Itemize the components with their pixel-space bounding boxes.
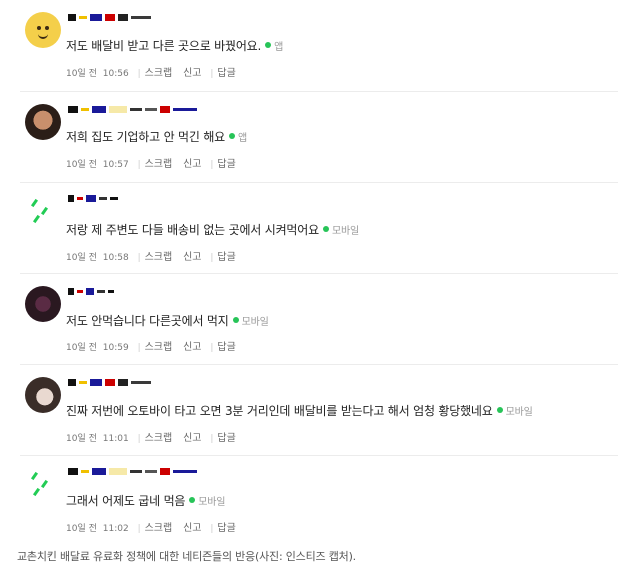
online-dot-icon (232, 317, 239, 323)
comment-item: 저도 배달비 받고 다른 곳으로 바꿨어요. 앱 10일 전 10:56 | 스크랩… (20, 0, 618, 92)
comment-date: 10일 전 (66, 434, 97, 444)
comment-text: 저랑 제 주변도 다들 배송비 없는 곳에서 시켜먹어요 모바일 (66, 223, 359, 237)
comment-item: 저도 안먹습니다 다른곳에서 먹지 모바일 10일 전 10:59 | 스크랩 신고… (20, 274, 618, 365)
comment-meta: 10일 전 11:01 | 스크랩 신고 | 답글 (66, 433, 236, 444)
reply-button[interactable]: 답글 (217, 159, 235, 170)
reply-button[interactable]: 답글 (217, 252, 235, 263)
comment-text: 저희 집도 기업하고 안 먹긴 해요 앱 (66, 130, 247, 144)
comment-item: 저희 집도 기업하고 안 먹긴 해요 앱 10일 전 10:57 | 스크랩 신고 … (20, 92, 618, 183)
comment-date: 10일 전 (66, 253, 97, 263)
avatar[interactable] (25, 466, 61, 502)
comment-text: 진짜 저번에 오토바이 타고 오면 3분 거리인데 배달비를 받는다고 해서 엄… (66, 404, 533, 418)
comment-meta: 10일 전 10:57 | 스크랩 신고 | 답글 (66, 159, 236, 170)
scrap-button[interactable]: 스크랩 (145, 159, 173, 170)
comment-date: 10일 전 (66, 69, 97, 79)
device-label: 모바일 (331, 226, 359, 237)
report-button[interactable]: 신고 (183, 252, 201, 263)
comment-time: 10:59 (102, 343, 129, 353)
report-button[interactable]: 신고 (183, 342, 201, 353)
comment-meta: 10일 전 10:56 | 스크랩 신고 | 답글 (66, 68, 236, 79)
comment-text: 저도 배달비 받고 다른 곳으로 바꿨어요. 앱 (66, 39, 284, 53)
scrap-button[interactable]: 스크랩 (145, 342, 173, 353)
username-redacted (68, 193, 118, 203)
comment-item: 그래서 어제도 굽네 먹음 모바일 10일 전 11:02 | 스크랩 신고 | 답글 (20, 456, 618, 543)
online-dot-icon (265, 42, 272, 48)
comment-list: 저도 배달비 받고 다른 곳으로 바꿨어요. 앱 10일 전 10:56 | 스크랩… (20, 0, 618, 543)
reply-button[interactable]: 답글 (217, 342, 235, 353)
device-label: 앱 (238, 133, 247, 144)
scrap-button[interactable]: 스크랩 (145, 523, 173, 534)
report-button[interactable]: 신고 (183, 159, 201, 170)
device-label: 모바일 (198, 497, 226, 508)
username-redacted (68, 12, 151, 22)
report-button[interactable]: 신고 (183, 433, 201, 444)
comment-text: 그래서 어제도 굽네 먹음 모바일 (66, 494, 226, 508)
comment-date: 10일 전 (66, 160, 97, 170)
comment-date: 10일 전 (66, 343, 97, 353)
avatar[interactable] (25, 193, 61, 229)
comment-meta: 10일 전 10:59 | 스크랩 신고 | 답글 (66, 342, 236, 353)
device-label: 모바일 (505, 407, 533, 418)
comment-time: 10:56 (102, 69, 129, 79)
comment-text: 저도 안먹습니다 다른곳에서 먹지 모바일 (66, 314, 269, 328)
scrap-button[interactable]: 스크랩 (145, 68, 173, 79)
username-redacted (68, 286, 114, 296)
comment-time: 10:58 (102, 253, 129, 263)
comment-item: 진짜 저번에 오토바이 타고 오면 3분 거리인데 배달비를 받는다고 해서 엄… (20, 365, 618, 456)
online-dot-icon (322, 226, 329, 232)
report-button[interactable]: 신고 (183, 523, 201, 534)
scrap-button[interactable]: 스크랩 (145, 433, 173, 444)
avatar[interactable] (25, 377, 61, 413)
avatar[interactable] (25, 104, 61, 140)
device-label: 앱 (274, 42, 284, 53)
comment-time: 11:02 (102, 524, 129, 534)
username-redacted (68, 377, 151, 387)
device-label: 모바일 (241, 317, 269, 328)
comment-meta: 10일 전 11:02 | 스크랩 신고 | 답글 (66, 523, 236, 534)
online-dot-icon (189, 497, 196, 503)
avatar[interactable] (25, 12, 61, 48)
online-dot-icon (496, 407, 503, 413)
report-button[interactable]: 신고 (183, 68, 201, 79)
comment-item: 저랑 제 주변도 다들 배송비 없는 곳에서 시켜먹어요 모바일 10일 전 10… (20, 183, 618, 274)
online-dot-icon (229, 133, 235, 139)
comment-meta: 10일 전 10:58 | 스크랩 신고 | 답글 (66, 252, 236, 263)
username-redacted (68, 466, 197, 476)
scrap-button[interactable]: 스크랩 (145, 252, 173, 263)
avatar[interactable] (25, 286, 61, 322)
username-redacted (68, 104, 197, 114)
reply-button[interactable]: 답글 (217, 433, 235, 444)
comment-time: 11:01 (102, 434, 129, 444)
reply-button[interactable]: 답글 (217, 68, 235, 79)
image-caption: 교촌치킨 배달료 유료화 정책에 대한 네티즌들의 반응(사진: 인스티즈 캡처… (17, 550, 356, 563)
comment-time: 10:57 (102, 160, 129, 170)
reply-button[interactable]: 답글 (217, 523, 235, 534)
comment-date: 10일 전 (66, 524, 97, 534)
